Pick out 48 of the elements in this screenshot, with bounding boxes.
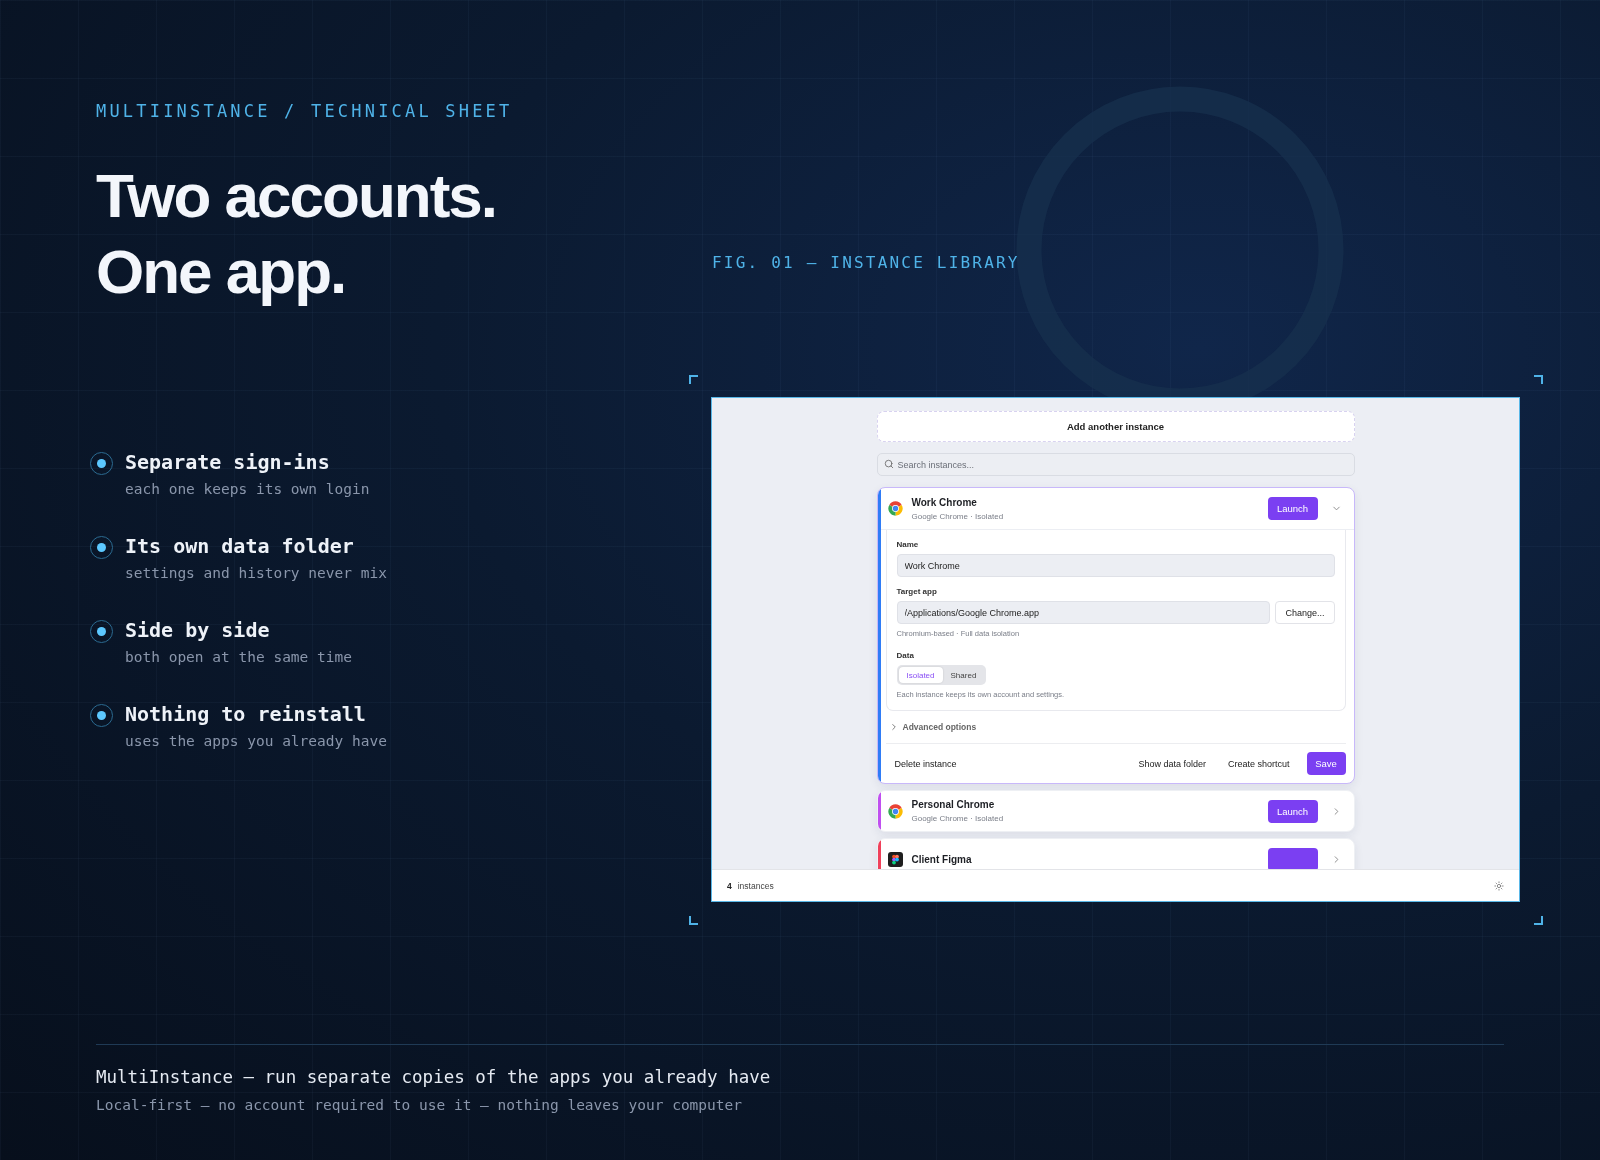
feature-subtitle: both open at the same time [125, 648, 352, 666]
feature-subtitle: settings and history never mix [125, 564, 387, 582]
feature-title: Side by side [125, 618, 271, 642]
segment-option[interactable]: Isolated [898, 667, 943, 683]
chrome-icon [887, 501, 903, 516]
chrome-icon [887, 803, 903, 819]
figure-label: FIG. 01 — INSTANCE LIBRARY [712, 252, 1021, 274]
change-button[interactable]: Change... [1275, 601, 1335, 624]
field-label: Name [896, 540, 920, 549]
instance-name: Personal Chrome [911, 799, 996, 810]
instance-name: Work Chrome [911, 496, 978, 508]
headline: One app. [96, 236, 347, 308]
add-instance-button[interactable]: Add another instance [876, 411, 1355, 442]
corner-mark [689, 375, 698, 384]
save-button[interactable]: Save [1306, 752, 1346, 775]
instance-subtitle: Google Chrome · Isolated [911, 511, 1005, 521]
target-app-field[interactable]: /Applications/Google Chrome.app [896, 601, 1271, 624]
search-field[interactable]: Search instances... [876, 453, 1355, 476]
feature-subtitle: each one keeps its own login [125, 480, 370, 498]
field-label: Target app [896, 587, 938, 596]
segment-option[interactable]: Shared [942, 667, 985, 683]
field-label: Data [896, 651, 915, 660]
corner-mark [1534, 916, 1543, 925]
footer-title: MultiInstance — run separate copies of the apps you already have [96, 1066, 772, 1088]
feature-subtitle: uses the apps you already have [125, 732, 387, 750]
feature-title: Separate sign-ins [125, 450, 331, 474]
advanced-options-toggle[interactable]: Advanced options [888, 722, 977, 732]
corner-mark [1534, 375, 1543, 384]
launch-button[interactable]: Launch [1267, 799, 1318, 823]
figma-icon [887, 851, 903, 867]
instance-name: Client Figma [911, 853, 973, 865]
name-field[interactable]: Work Chrome [896, 554, 1335, 577]
instance-subtitle: Google Chrome · Isolated [911, 814, 1005, 823]
action-button[interactable]: Create shortcut [1218, 752, 1299, 775]
instance-count: 4 [727, 880, 732, 891]
action-button[interactable]: Show data folder [1129, 752, 1215, 775]
theme-icon[interactable] [1494, 880, 1504, 891]
eyebrow-text: MULTIINSTANCE / TECHNICAL SHEET [96, 100, 514, 122]
feature-title: Nothing to reinstall [125, 702, 367, 726]
delete-button[interactable]: Delete instance [885, 752, 966, 775]
search-icon [883, 459, 894, 469]
footer-subtitle: Local-first — no account required to use it — nothing leaves your computer [96, 1096, 743, 1114]
launch-button[interactable]: Launch [1267, 497, 1318, 520]
feature-title: Its own data folder [125, 534, 355, 558]
status-label: instances [737, 880, 775, 891]
launch-button[interactable] [1267, 847, 1318, 869]
headline: Two accounts. [96, 160, 497, 232]
corner-mark [689, 916, 698, 925]
